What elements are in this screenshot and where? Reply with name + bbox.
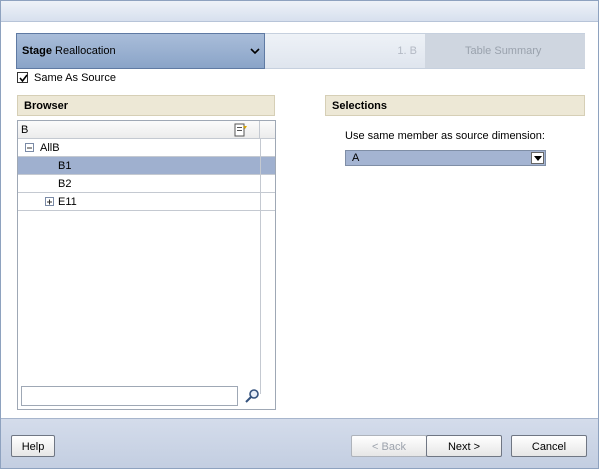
stage-selector[interactable]: Stage Reallocation: [16, 33, 265, 69]
tree-node-label: B2: [58, 178, 72, 190]
dropdown-button[interactable]: [531, 152, 544, 164]
tree-node-label: AllB: [40, 142, 60, 154]
tree-node[interactable]: B1: [18, 157, 275, 175]
checkmark-icon: [19, 74, 28, 83]
collapse-icon[interactable]: [25, 143, 34, 152]
same-as-source-label: Same As Source: [34, 72, 116, 84]
expand-icon[interactable]: [45, 197, 54, 206]
next-button[interactable]: Next >: [426, 435, 502, 457]
source-member-value: A: [352, 152, 360, 164]
tree-node[interactable]: B2: [18, 175, 275, 193]
browser-search-row[interactable]: B: [18, 121, 275, 139]
scrollbar-track[interactable]: [260, 139, 261, 394]
tree-node-label: E11: [58, 196, 77, 208]
same-as-source-checkbox[interactable]: [17, 72, 28, 83]
step-item[interactable]: 1. B: [265, 34, 425, 68]
wizard-footer: Help < Back Next > Cancel: [1, 418, 598, 468]
member-browser: B AllB B1 B2 E11: [17, 120, 276, 410]
chevron-down-icon[interactable]: [250, 46, 260, 56]
source-member-select[interactable]: A: [345, 150, 546, 166]
filter-icon[interactable]: [234, 123, 248, 137]
dropdown-arrow-icon: [534, 156, 542, 161]
tree-node-label: B1: [58, 160, 72, 172]
tree-node[interactable]: AllB: [18, 139, 275, 157]
stage-name: Reallocation: [55, 45, 116, 57]
stage-label: Stage: [22, 45, 52, 57]
step-item[interactable]: Table Summary: [425, 34, 585, 68]
browser-header: Browser: [17, 95, 275, 116]
selections-prompt: Use same member as source dimension:: [345, 130, 545, 142]
help-button[interactable]: Help: [11, 435, 55, 457]
cancel-button[interactable]: Cancel: [511, 435, 587, 457]
title-band: [1, 1, 598, 22]
browser-filter-input[interactable]: [21, 386, 238, 406]
search-icon[interactable]: [244, 388, 260, 404]
wizard-steps: 1. B Table Summary: [265, 33, 585, 69]
selections-header: Selections: [325, 95, 585, 116]
browser-search-value[interactable]: B: [21, 124, 28, 136]
tree-node[interactable]: E11: [18, 193, 275, 211]
scrollbar-header: [259, 121, 275, 138]
back-button[interactable]: < Back: [351, 435, 427, 457]
